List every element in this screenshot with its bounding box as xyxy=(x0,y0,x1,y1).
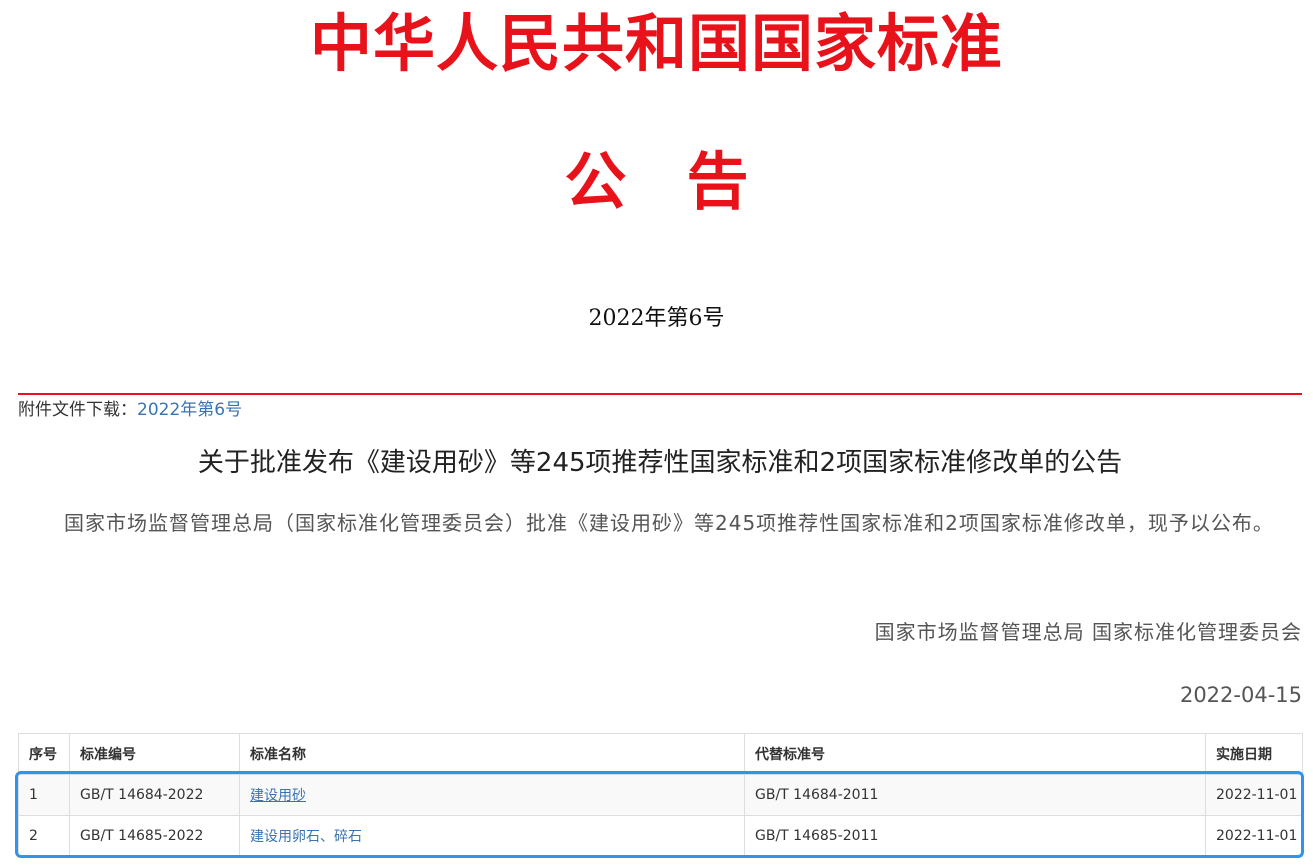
cell-code: GB/T 14685-2022 xyxy=(69,815,240,857)
attachment-row: 附件文件下载：2022年第6号 xyxy=(18,398,242,422)
column-header-name: 标准名称 xyxy=(239,733,745,775)
column-header-code: 标准编号 xyxy=(69,733,240,775)
issue-number: 2022年第6号 xyxy=(588,306,725,331)
attachment-label: 附件文件下载： xyxy=(18,400,137,420)
cell-code: GB/T 14684-2022 xyxy=(69,774,240,816)
cell-effective-date: 2022-11-01 xyxy=(1205,774,1303,816)
notice-heading: 关于批准发布《建设用砂》等245项推荐性国家标准和2项国家标准修改单的公告 xyxy=(197,448,1123,478)
cell-effective-date: 2022-11-01 xyxy=(1205,815,1303,857)
issuer-signature: 国家市场监督管理总局 国家标准化管理委员会 xyxy=(874,620,1302,644)
cell-name: 建设用卵石、碎石 xyxy=(239,815,745,857)
cell-index: 2 xyxy=(18,815,70,857)
page-title: 中华人民共和国国家标准 xyxy=(309,7,1003,80)
cell-replaces: GB/T 14684-2011 xyxy=(744,774,1206,816)
table-row: 1 GB/T 14684-2022 建设用砂 GB/T 14684-2011 2… xyxy=(18,774,1303,816)
table-row: 2 GB/T 14685-2022 建设用卵石、碎石 GB/T 14685-20… xyxy=(18,815,1303,857)
column-header-effective-date: 实施日期 xyxy=(1205,733,1303,775)
table-header-row: 序号 标准编号 标准名称 代替标准号 实施日期 xyxy=(18,733,1303,775)
attachment-download-link[interactable]: 2022年第6号 xyxy=(137,400,242,420)
column-header-index: 序号 xyxy=(18,733,70,775)
column-header-replaces: 代替标准号 xyxy=(744,733,1206,775)
notice-date: 2022-04-15 xyxy=(1179,683,1302,707)
standard-name-link[interactable]: 建设用卵石、碎石 xyxy=(250,829,362,845)
cell-name: 建设用砂 xyxy=(239,774,745,816)
header-divider xyxy=(18,393,1302,395)
standards-table: 序号 标准编号 标准名称 代替标准号 实施日期 1 GB/T 14684-202… xyxy=(18,733,1303,857)
cell-replaces: GB/T 14685-2011 xyxy=(744,815,1206,857)
cell-index: 1 xyxy=(18,774,70,816)
notice-body: 国家市场监督管理总局（国家标准化管理委员会）批准《建设用砂》等245项推荐性国家… xyxy=(64,511,1274,535)
standard-name-link[interactable]: 建设用砂 xyxy=(250,788,306,804)
announcement-subtitle: 公告 xyxy=(564,145,809,218)
